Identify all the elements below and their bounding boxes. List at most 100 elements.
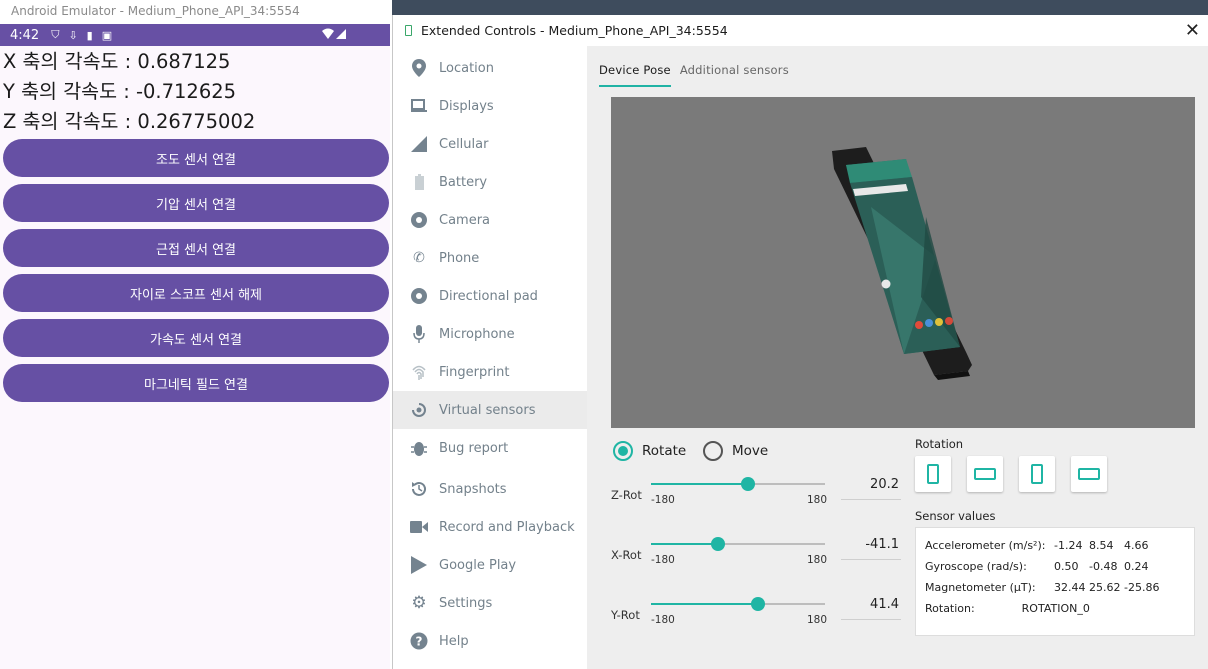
accelerometer-sensor-button[interactable]: 가속도 센서 연결 <box>3 319 389 357</box>
x-rot-fill <box>651 543 718 545</box>
phone-3d-model <box>832 147 972 380</box>
rotation-label: Rotation <box>915 437 964 451</box>
help-icon: ? <box>410 632 428 650</box>
display-icon <box>410 97 428 115</box>
sidebar-item-directional-pad[interactable]: Directional pad <box>393 277 587 315</box>
x-rot-thumb[interactable] <box>711 537 725 551</box>
svg-text:?: ? <box>416 635 423 649</box>
bug-icon <box>410 439 428 457</box>
gyro-z: 0.24 <box>1124 560 1149 573</box>
sd-card-icon: ▮ <box>86 28 93 42</box>
sidebar-item-label: Settings <box>439 595 493 611</box>
gyroscope-sensor-button[interactable]: 자이로 스코프 센서 해제 <box>3 274 389 312</box>
emulator-title: Android Emulator - Medium_Phone_API_34:5… <box>0 0 392 24</box>
emulator-screen[interactable]: 4:42 ⛉ ⇩ ▮ ▣ X 축의 각속도 : 0.687125 Y 축의 각속… <box>0 24 390 669</box>
device-pose-viewport[interactable] <box>611 97 1195 428</box>
extended-controls-window: Extended Controls - Medium_Phone_API_34:… <box>392 15 1208 669</box>
sidebar-item-cellular[interactable]: Cellular <box>393 125 587 163</box>
rotation-value: ROTATION_0 <box>1021 602 1090 615</box>
sensor-values-box: Accelerometer (m/s²): -1.24 8.54 4.66 Gy… <box>915 527 1195 636</box>
sidebar-item-displays[interactable]: Displays <box>393 87 587 125</box>
y-rot-thumb[interactable] <box>751 597 765 611</box>
mag-x: 32.44 <box>1054 581 1086 594</box>
sidebar-item-label: Google Play <box>439 557 517 573</box>
sidebar-item-battery[interactable]: Battery <box>393 163 587 201</box>
rotate-reverse-landscape-button[interactable] <box>1071 456 1107 492</box>
emulator-window: Android Emulator - Medium_Phone_API_34:5… <box>0 0 392 669</box>
z-rot-value[interactable]: 20.2 <box>841 476 901 500</box>
x-rot-slider[interactable] <box>651 537 825 551</box>
x-rot-min: -180 <box>651 554 675 566</box>
sidebar-item-phone[interactable]: ✆ Phone <box>393 239 587 277</box>
sidebar-item-label: Microphone <box>439 326 515 342</box>
sidebar-item-label: Location <box>439 60 494 76</box>
rotate-landscape-button[interactable] <box>967 456 1003 492</box>
mag-y: 25.62 <box>1089 581 1121 594</box>
sidebar-item-virtual-sensors[interactable]: Virtual sensors <box>393 391 587 429</box>
sidebar-item-google-play[interactable]: Google Play <box>393 546 587 584</box>
tab-device-pose[interactable]: Device Pose <box>599 63 671 87</box>
y-rot-slider[interactable] <box>651 597 825 611</box>
y-rot-label: Y-Rot <box>611 608 640 622</box>
rotate-reverse-portrait-button[interactable] <box>1019 456 1055 492</box>
rotate-option[interactable]: Rotate <box>613 441 686 461</box>
x-rot-label: X-Rot <box>611 548 642 562</box>
gyro-y-text: Y 축의 각속도 : -0.712625 <box>3 80 237 103</box>
proximity-sensor-button[interactable]: 근접 센서 연결 <box>3 229 389 267</box>
magnetic-field-button[interactable]: 마그네틱 필드 연결 <box>3 364 389 402</box>
sensor-values-label: Sensor values <box>915 509 996 523</box>
emulator-app-icon <box>405 25 412 36</box>
sidebar-item-microphone[interactable]: Microphone <box>393 315 587 353</box>
sidebar-item-label: Snapshots <box>439 481 507 497</box>
tab-additional-sensors[interactable]: Additional sensors <box>680 63 789 87</box>
sidebar-item-label: Battery <box>439 174 488 190</box>
sidebar-item-location[interactable]: Location <box>393 49 587 87</box>
close-icon[interactable]: ✕ <box>1185 21 1200 40</box>
sidebar-item-help[interactable]: ? Help <box>393 622 587 660</box>
extended-controls-titlebar: Extended Controls - Medium_Phone_API_34:… <box>393 15 1208 46</box>
rotate-portrait-button[interactable] <box>915 456 951 492</box>
y-rot-min: -180 <box>651 614 675 626</box>
move-option[interactable]: Move <box>703 441 768 461</box>
move-radio[interactable] <box>703 441 723 461</box>
pressure-sensor-button[interactable]: 기압 센서 연결 <box>3 184 389 222</box>
sidebar-item-label: Virtual sensors <box>439 402 536 418</box>
mag-z: -25.86 <box>1124 581 1160 594</box>
magnetometer-row: Magnetometer (μT): 32.44 25.62 -25.86 <box>925 577 1194 598</box>
sidebar-item-label: Help <box>439 633 469 649</box>
status-time: 4:42 <box>10 27 40 43</box>
z-rot-slider[interactable] <box>651 477 825 491</box>
sidebar-item-label: Fingerprint <box>439 364 510 380</box>
sidebar: Location Displays Cellular Battery Camer… <box>393 46 587 669</box>
download-icon: ⇩ <box>68 28 78 42</box>
accelerometer-label: Accelerometer (m/s²): <box>925 539 1046 552</box>
y-rot-value[interactable]: 41.4 <box>841 596 901 620</box>
y-rot-fill <box>651 603 758 605</box>
light-sensor-button[interactable]: 조도 센서 연결 <box>3 139 389 177</box>
sidebar-item-bug-report[interactable]: Bug report <box>393 429 587 467</box>
google-play-icon <box>410 556 428 574</box>
sidebar-item-camera[interactable]: Camera <box>393 201 587 239</box>
shield-icon: ⛉ <box>51 28 60 41</box>
landscape-icon <box>974 468 996 480</box>
sidebar-item-settings[interactable]: ⚙ Settings <box>393 584 587 622</box>
sidebar-item-snapshots[interactable]: Snapshots <box>393 470 587 508</box>
sidebar-item-record-playback[interactable]: Record and Playback <box>393 508 587 546</box>
accel-z: 4.66 <box>1124 539 1149 552</box>
reverse-landscape-icon <box>1078 468 1100 480</box>
gyro-y: -0.48 <box>1089 560 1118 573</box>
gear-icon: ⚙ <box>411 593 427 613</box>
location-icon <box>410 59 428 77</box>
fingerprint-icon <box>410 363 428 381</box>
rotation-value-label: Rotation: <box>925 602 975 615</box>
sidebar-item-fingerprint[interactable]: Fingerprint <box>393 353 587 391</box>
extended-controls-title: Extended Controls - Medium_Phone_API_34:… <box>421 23 728 38</box>
accelerometer-row: Accelerometer (m/s²): -1.24 8.54 4.66 <box>925 535 1194 556</box>
rotate-radio[interactable] <box>613 441 633 461</box>
x-rot-value[interactable]: -41.1 <box>841 536 901 560</box>
z-rot-thumb[interactable] <box>741 477 755 491</box>
gyro-z-text: Z 축의 각속도 : 0.26775002 <box>3 110 256 133</box>
status-bar: 4:42 ⛉ ⇩ ▮ ▣ <box>0 24 390 46</box>
sidebar-item-label: Phone <box>439 250 480 266</box>
rotation-row: Rotation: ROTATION_0 <box>925 598 1194 619</box>
